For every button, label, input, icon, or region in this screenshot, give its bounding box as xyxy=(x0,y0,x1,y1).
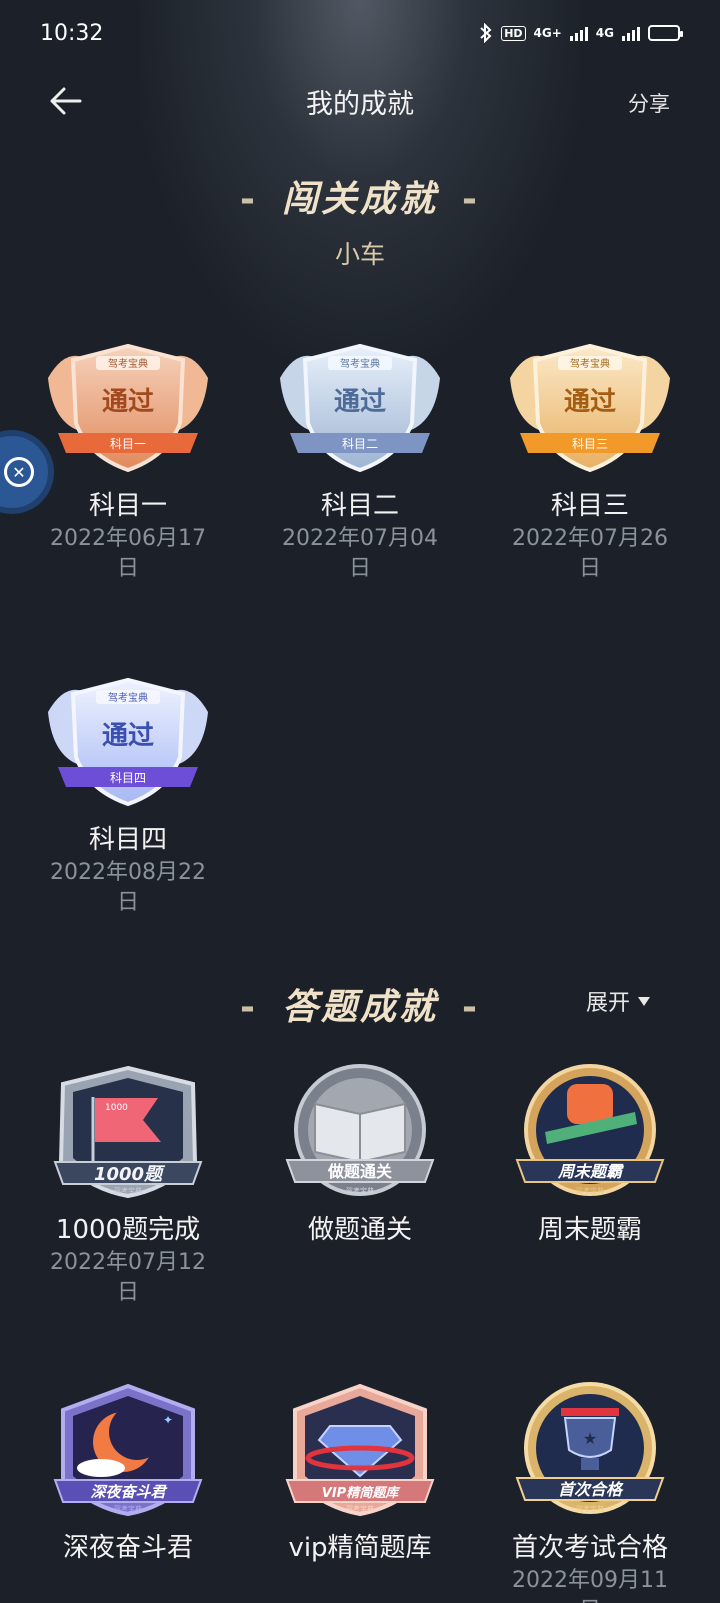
flag-icon: 1000 1000题 驾考宝典 xyxy=(53,1065,203,1199)
badge-date: 2022年07月12日 xyxy=(50,1250,206,1305)
network-4g-label: 4G xyxy=(595,26,614,40)
badge-date: 2022年07月26日 xyxy=(512,526,668,581)
triangle-down-icon xyxy=(638,996,651,1006)
close-icon: ✕ xyxy=(4,457,34,487)
badge-name: 科目二 xyxy=(320,491,399,521)
expand-button[interactable]: 展开 xyxy=(586,985,651,1017)
status-bar: 10:32 HD 4G+ 4G xyxy=(0,0,720,66)
badge-text: 通过 xyxy=(102,387,154,417)
brand-label: 驾考宝典 xyxy=(108,357,148,370)
battery-icon xyxy=(648,25,683,41)
badge-text: 首次合格 xyxy=(558,1480,624,1499)
answer-badge-pass-all[interactable]: 做题通关 驾考宝典 做题通关 xyxy=(250,1062,470,1248)
badge-text: 通过 xyxy=(334,387,386,417)
badge-text: VIP精简题库 xyxy=(322,1485,401,1501)
brand-label: 驾考宝典 xyxy=(114,1504,142,1513)
trophy-icon: ★ 首次合格 驾考宝典 xyxy=(515,1382,665,1514)
badge-name: 科目三 xyxy=(550,491,629,521)
pass-section-title: - 闯关成就 - xyxy=(240,179,480,220)
page-header: 我的成就 分享 xyxy=(0,66,720,136)
pass-shield-icon: 驾考宝典 通过 科目三 xyxy=(510,343,670,473)
svg-text:✦: ✦ xyxy=(163,1413,173,1427)
brand-label: 驾考宝典 xyxy=(576,1504,604,1513)
badge-name: 周末题霸 xyxy=(537,1215,642,1245)
ribbon-text: 科目三 xyxy=(572,437,608,451)
brand-label: 驾考宝典 xyxy=(108,691,148,704)
answer-badge-weekend[interactable]: 周末题霸 驾考宝典 周末题霸 xyxy=(480,1062,700,1248)
pass-shield-icon: 驾考宝典 通过 科目二 xyxy=(280,343,440,473)
diamond-icon: VIP精简题库 驾考宝典 xyxy=(285,1383,435,1517)
pass-section-title-text: 闯关成就 xyxy=(281,179,438,220)
answer-section-title-text: 答题成就 xyxy=(281,987,438,1028)
page-title: 我的成就 xyxy=(306,88,414,120)
pass-badge-2[interactable]: 驾考宝典 通过 科目二 科目二 2022年07月04日 xyxy=(250,338,470,584)
ribbon-text: 科目一 xyxy=(110,437,146,451)
ribbon-text: 科目二 xyxy=(342,437,378,451)
badge-name: 做题通关 xyxy=(307,1215,412,1245)
network-4g-plus-label: 4G+ xyxy=(533,26,562,40)
brand-label: 驾考宝典 xyxy=(114,1186,142,1195)
pass-shield-icon: 驾考宝典 通过 科目一 xyxy=(48,343,208,473)
answer-badge-1000[interactable]: 1000 1000题 驾考宝典 1000题完成 2022年07月12日 xyxy=(18,1062,238,1308)
badge-date: 2022年06月17日 xyxy=(50,526,206,581)
pass-shield-icon: 驾考宝典 通过 科目四 xyxy=(48,677,208,807)
book-icon: 做题通关 驾考宝典 xyxy=(285,1064,435,1196)
bluetooth-icon xyxy=(480,23,492,43)
badge-name: 科目四 xyxy=(88,825,167,855)
brand-label: 驾考宝典 xyxy=(340,357,380,370)
answer-badge-night[interactable]: ✦ 深夜奋斗君 驾考宝典 深夜奋斗君 xyxy=(18,1380,238,1566)
share-button[interactable]: 分享 xyxy=(628,88,670,118)
svg-text:★: ★ xyxy=(583,1429,597,1448)
signal-icon xyxy=(569,25,588,41)
status-icons: HD 4G+ 4G xyxy=(479,23,683,43)
badge-text: 深夜奋斗君 xyxy=(90,1483,167,1501)
badge-name: vip精简题库 xyxy=(288,1533,432,1563)
hd-icon: HD xyxy=(501,25,526,41)
badge-text: 做题通关 xyxy=(327,1162,392,1181)
badge-name: 深夜奋斗君 xyxy=(62,1533,193,1563)
badge-name: 1000题完成 xyxy=(55,1215,201,1245)
brand-label: 驾考宝典 xyxy=(576,1186,604,1195)
answer-badge-first-pass[interactable]: ★ 首次合格 驾考宝典 首次考试合格 2022年09月11日 xyxy=(480,1380,700,1603)
moon-icon: ✦ 深夜奋斗君 驾考宝典 xyxy=(53,1383,203,1517)
pass-badge-4[interactable]: 驾考宝典 通过 科目四 科目四 2022年08月22日 xyxy=(18,672,238,918)
brand-label: 驾考宝典 xyxy=(570,357,610,370)
badge-date: 2022年08月22日 xyxy=(50,860,206,915)
flag-text: 1000 xyxy=(105,1103,128,1113)
signal-icon-2 xyxy=(622,25,640,41)
fist-icon: 周末题霸 驾考宝典 xyxy=(515,1064,665,1196)
vehicle-type-label: 小车 xyxy=(334,240,385,269)
expand-label: 展开 xyxy=(586,991,631,1016)
answer-badge-vip[interactable]: VIP精简题库 驾考宝典 vip精简题库 xyxy=(250,1380,470,1566)
badge-name: 首次考试合格 xyxy=(511,1533,668,1563)
status-time: 10:32 xyxy=(40,20,104,46)
back-arrow-icon[interactable] xyxy=(46,84,86,118)
brand-label: 驾考宝典 xyxy=(346,1504,374,1513)
badge-text: 周末题霸 xyxy=(557,1162,624,1181)
badge-name: 科目一 xyxy=(88,491,167,521)
badge-text: 通过 xyxy=(564,387,616,417)
badge-text: 通过 xyxy=(102,721,154,751)
badge-date: 2022年07月04日 xyxy=(282,526,438,581)
badge-date: 2022年09月11日 xyxy=(512,1568,668,1603)
brand-label: 驾考宝典 xyxy=(346,1186,374,1195)
badge-text: 1000题 xyxy=(94,1164,166,1185)
pass-badge-3[interactable]: 驾考宝典 通过 科目三 科目三 2022年07月26日 xyxy=(480,338,700,584)
ribbon-text: 科目四 xyxy=(110,771,146,785)
